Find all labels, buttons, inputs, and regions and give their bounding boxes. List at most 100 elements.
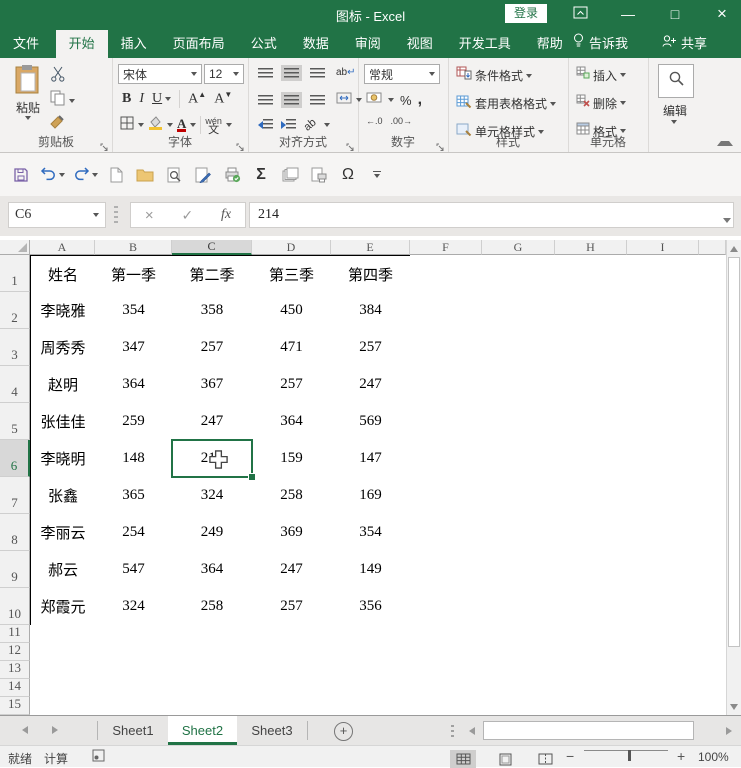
row-header-6[interactable]: 6: [0, 440, 30, 477]
wrap-text-icon[interactable]: ab↵: [336, 67, 356, 78]
cell-B5[interactable]: 259: [95, 403, 173, 441]
row-header-4[interactable]: 4: [0, 366, 30, 403]
cell-I6[interactable]: [627, 440, 700, 478]
cell-H15[interactable]: [555, 697, 628, 715]
cell-E4[interactable]: 247: [331, 366, 411, 404]
cell-A14[interactable]: [30, 679, 96, 698]
cell-?7[interactable]: [699, 477, 726, 515]
sheet-tab-sheet2[interactable]: Sheet2: [168, 716, 237, 745]
cell-A11[interactable]: [30, 625, 96, 644]
macro-record-icon[interactable]: [92, 749, 105, 765]
zoom-out-button[interactable]: −: [566, 748, 574, 764]
tabbar-splitter[interactable]: [451, 725, 454, 737]
cell-F2[interactable]: [410, 292, 483, 330]
cell-A8[interactable]: 李丽云: [30, 514, 96, 552]
cell-?8[interactable]: [699, 514, 726, 552]
undo-button[interactable]: [39, 164, 65, 186]
cell-A9[interactable]: 郝云: [30, 551, 96, 589]
cell-H10[interactable]: [555, 588, 628, 626]
ribbon-display-options-icon[interactable]: [563, 0, 597, 28]
tell-me-box[interactable]: 告诉我: [573, 30, 628, 58]
zoom-level[interactable]: 100%: [698, 750, 729, 764]
alignment-dialog-launcher-icon[interactable]: [346, 139, 355, 151]
sheet-nav-right-icon[interactable]: [52, 726, 58, 734]
cell-E3[interactable]: 257: [331, 329, 411, 367]
cell-H13[interactable]: [555, 661, 628, 680]
font-name-combo[interactable]: 宋体: [118, 64, 202, 84]
print-preview-button[interactable]: [163, 164, 185, 186]
cell-I14[interactable]: [627, 679, 700, 698]
cell-G4[interactable]: [482, 366, 556, 404]
cell-G13[interactable]: [482, 661, 556, 680]
cell-A4[interactable]: 赵明: [30, 366, 96, 404]
cell-D8[interactable]: 369: [252, 514, 332, 552]
editing-label[interactable]: 编辑: [663, 102, 687, 119]
column-header-E[interactable]: E: [331, 240, 410, 255]
row-header-3[interactable]: 3: [0, 329, 30, 366]
cell-F4[interactable]: [410, 366, 483, 404]
cell-E7[interactable]: 169: [331, 477, 411, 515]
cell-G15[interactable]: [482, 697, 556, 715]
cell-H11[interactable]: [555, 625, 628, 644]
cell-F15[interactable]: [410, 697, 483, 715]
increase-decimal-button[interactable]: ←.0: [366, 117, 383, 126]
cancel-icon[interactable]: ×: [145, 207, 154, 224]
cell-E13[interactable]: [331, 661, 411, 680]
close-button[interactable]: ×: [705, 0, 739, 28]
cell-A12[interactable]: [30, 643, 96, 662]
cell-G8[interactable]: [482, 514, 556, 552]
quick-edit-button[interactable]: [192, 164, 214, 186]
clipboard-dialog-launcher-icon[interactable]: [100, 139, 109, 151]
cell-F14[interactable]: [410, 679, 483, 698]
tab-开始[interactable]: 开始: [55, 30, 108, 58]
font-color-caret[interactable]: [190, 123, 197, 127]
orientation-icon[interactable]: ab: [302, 116, 319, 133]
row-header-5[interactable]: 5: [0, 403, 30, 440]
column-header-I[interactable]: I: [627, 240, 699, 255]
cell-C1[interactable]: 第二季: [172, 255, 253, 293]
autosum-button[interactable]: Σ: [250, 164, 272, 186]
cell-I15[interactable]: [627, 697, 700, 715]
cell-I13[interactable]: [627, 661, 700, 680]
increase-indent-icon[interactable]: [281, 116, 296, 134]
horizontal-scrollbar-thumb[interactable]: [483, 721, 694, 740]
cell-A13[interactable]: [30, 661, 96, 680]
cell-E2[interactable]: 384: [331, 292, 411, 330]
cell-F3[interactable]: [410, 329, 483, 367]
cell-D3[interactable]: 471: [252, 329, 332, 367]
cell-E14[interactable]: [331, 679, 411, 698]
cell-H4[interactable]: [555, 366, 628, 404]
phonetic-caret[interactable]: [225, 123, 232, 127]
cell-B2[interactable]: 354: [95, 292, 173, 330]
cell-A3[interactable]: 周秀秀: [30, 329, 96, 367]
borders-icon[interactable]: [120, 116, 134, 135]
align-left-icon[interactable]: [258, 95, 273, 105]
cell-I1[interactable]: [627, 255, 700, 293]
column-header-B[interactable]: B: [95, 240, 172, 255]
column-header-A[interactable]: A: [30, 240, 95, 255]
row-header-2[interactable]: 2: [0, 292, 30, 329]
underline-caret[interactable]: [165, 97, 172, 101]
comma-style-button[interactable]: ,: [418, 91, 422, 109]
tab-数据[interactable]: 数据: [290, 30, 342, 58]
editing-caret[interactable]: [671, 120, 677, 124]
align-middle-icon[interactable]: [284, 67, 299, 78]
cell-H9[interactable]: [555, 551, 628, 589]
cell-A7[interactable]: 张鑫: [30, 477, 96, 515]
cell-E15[interactable]: [331, 697, 411, 715]
name-box-caret[interactable]: [93, 213, 99, 217]
namebox-splitter[interactable]: [114, 206, 118, 224]
cell-G5[interactable]: [482, 403, 556, 441]
cell-?10[interactable]: [699, 588, 726, 626]
cell-F9[interactable]: [410, 551, 483, 589]
cell-B8[interactable]: 254: [95, 514, 173, 552]
row-header-14[interactable]: 14: [0, 678, 30, 697]
customize-qat-icon[interactable]: [366, 164, 388, 186]
cell-C11[interactable]: [172, 625, 253, 644]
fill-color-icon[interactable]: [148, 115, 163, 135]
spreadsheet-grid[interactable]: A B C D E F G H I 1 2 3 4 5 6 7 8 9 10 11 12 13 14 15 姓名 第一季 第二季 第三…: [0, 240, 726, 715]
insert-cells-button[interactable]: 插入: [576, 66, 627, 84]
cell-E6[interactable]: 147: [331, 440, 411, 478]
cell-E10[interactable]: 356: [331, 588, 411, 626]
cell-D10[interactable]: 257: [252, 588, 332, 626]
